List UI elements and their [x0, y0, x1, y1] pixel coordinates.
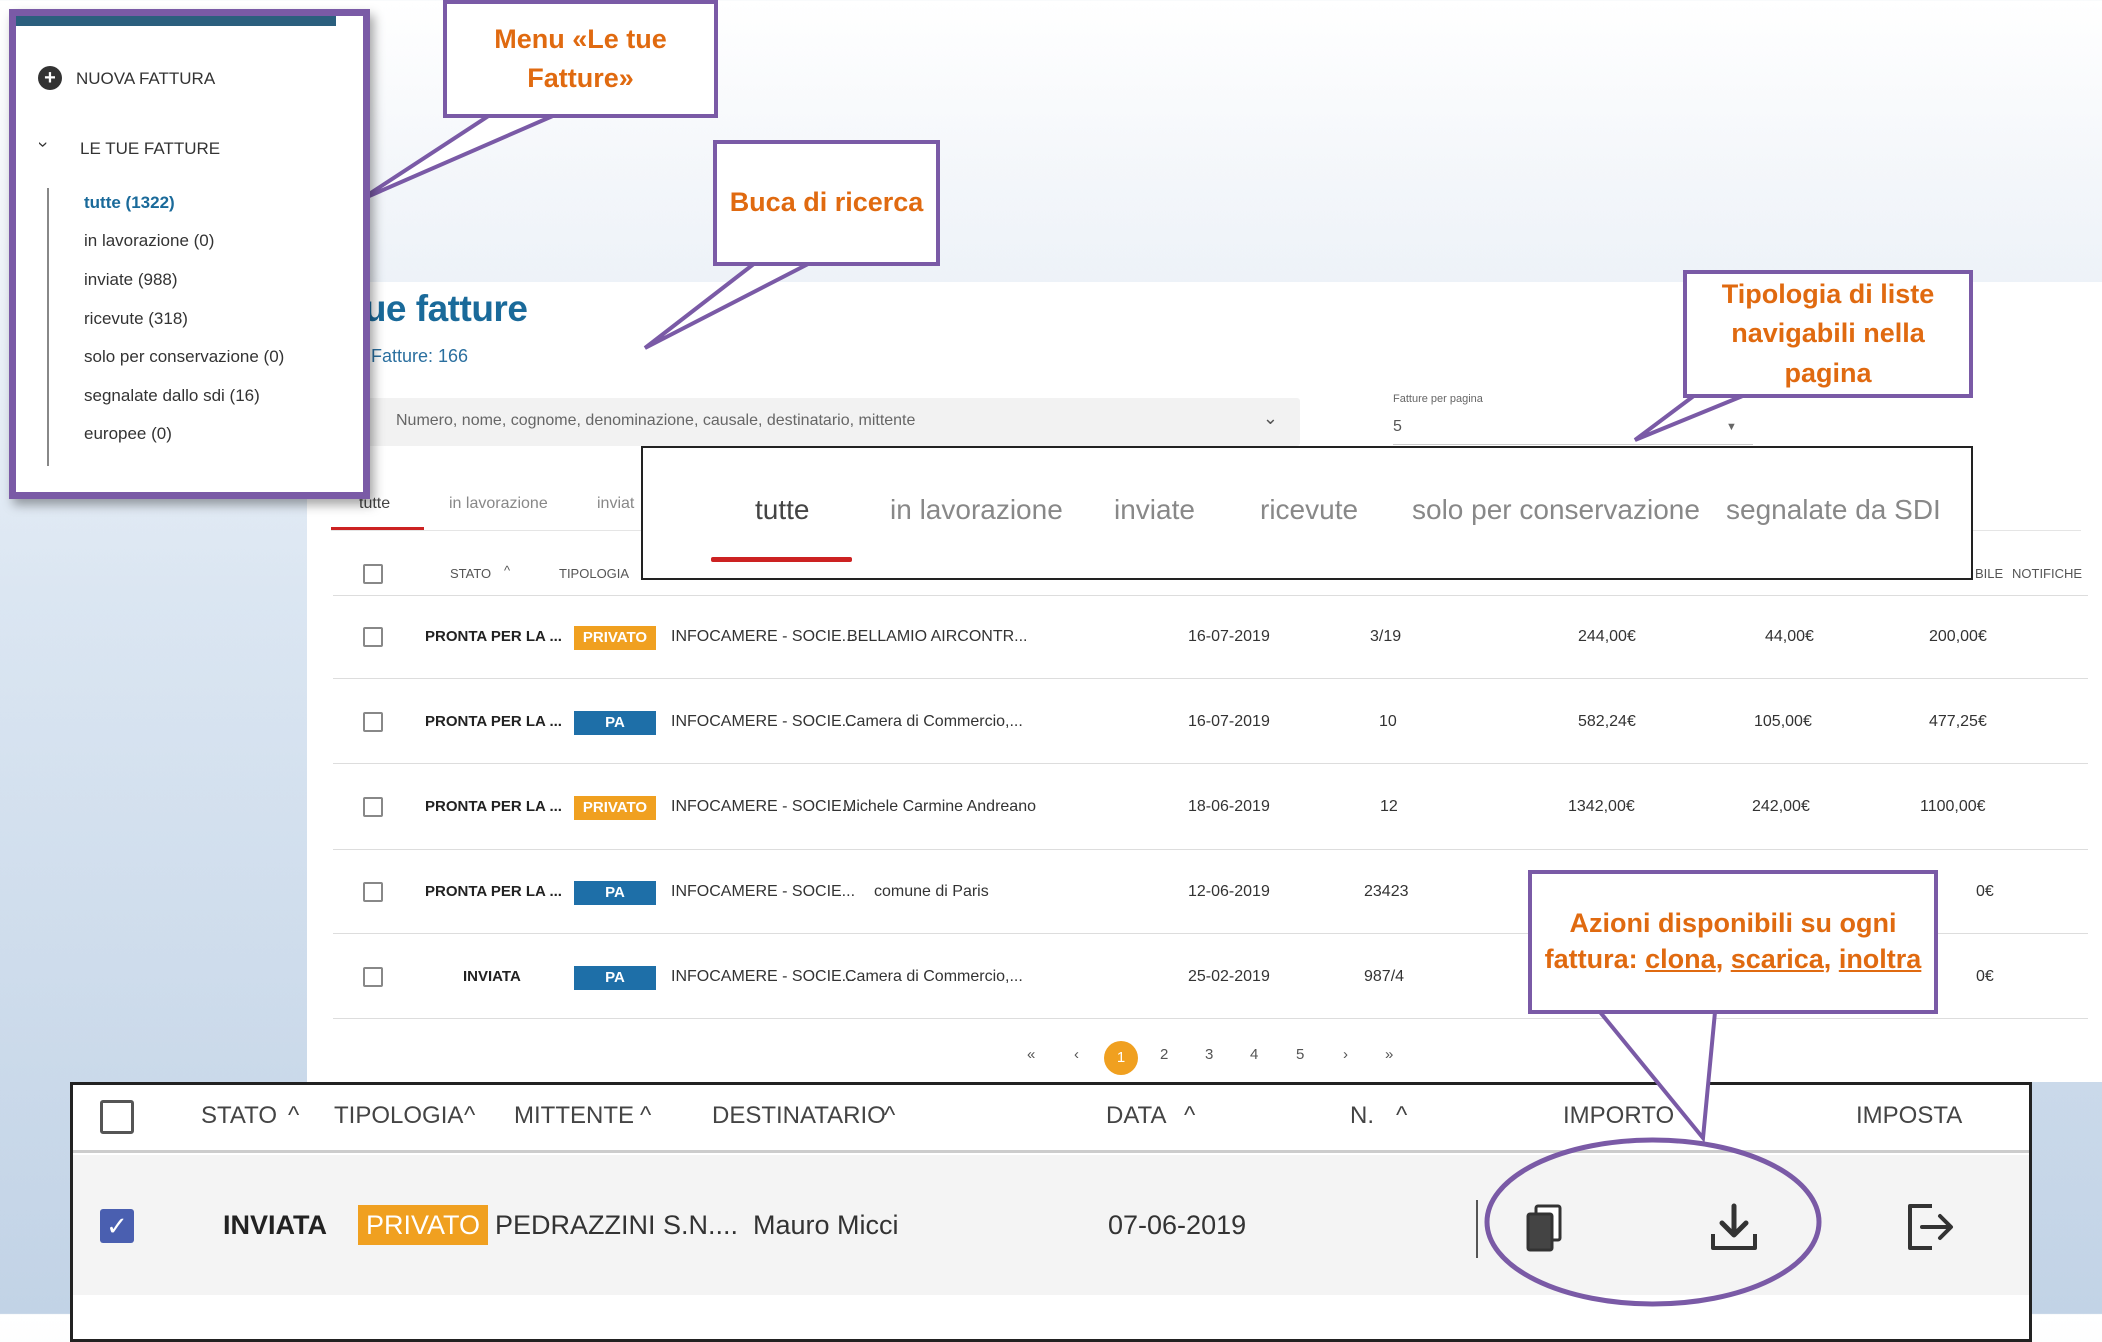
actions-callout-pointer — [1484, 1010, 1822, 1307]
callout-actions: Azioni disponibili su ogni — [1528, 870, 1938, 1014]
scarica-link[interactable]: scarica — [1731, 944, 1824, 974]
clona-link[interactable]: clona — [1645, 944, 1716, 974]
separator: , — [1715, 944, 1731, 974]
callout-actions-prefix: Azioni disponibili su ogni — [1569, 908, 1897, 938]
separator: , — [1823, 944, 1839, 974]
fattura-label: fattura: — [1544, 944, 1646, 974]
actions-highlight-ellipse — [1484, 1137, 1822, 1307]
callout-actions-text: Azioni disponibili su ogni — [1570, 904, 1897, 943]
inoltra-link[interactable]: inoltra — [1839, 944, 1922, 974]
actions-pointer — [1595, 1010, 1718, 1144]
callout-actions-links: fattura: clona, scarica, inoltra — [1538, 944, 1928, 975]
